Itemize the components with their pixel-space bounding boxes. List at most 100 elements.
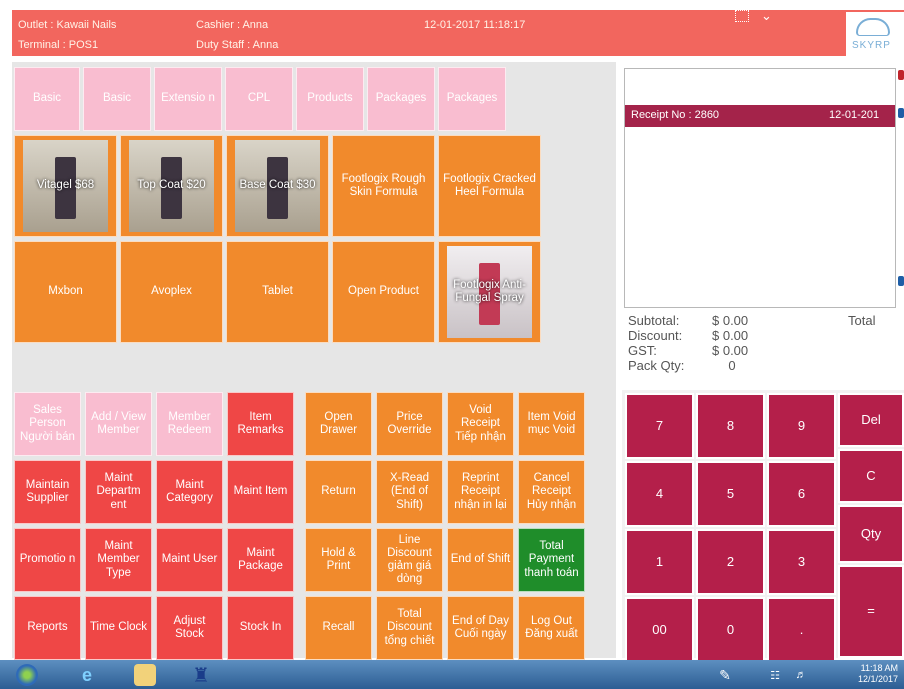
product-vitagel[interactable]: Vitagel $68 (14, 135, 117, 237)
network-icon[interactable]: ☷ (766, 664, 784, 686)
function-button-adjust-stock[interactable]: Adjust Stock (156, 596, 223, 660)
keypad-action-label: Del (861, 411, 881, 427)
keypad-action-label: = (867, 603, 875, 619)
function-button-maint-package[interactable]: Maint Package (227, 528, 294, 592)
folder-icon[interactable] (134, 664, 156, 686)
keypad-key-9[interactable]: 9 (767, 393, 836, 459)
gst-row: GST: $ 0.00 (628, 343, 748, 358)
scroll-nub[interactable] (898, 108, 904, 118)
product-footlogix-rough-skin[interactable]: Footlogix Rough Skin Formula (332, 135, 435, 237)
function-button-maint-departm-ent[interactable]: Maint Departm ent (85, 460, 152, 524)
keypad-key-label: 8 (726, 417, 735, 433)
function-button-maint-item[interactable]: Maint Item (227, 460, 294, 524)
function-button-return[interactable]: Return (305, 460, 372, 524)
function-button-log-out-ng-xu-t[interactable]: Log Out Đăng xuất (518, 596, 585, 660)
function-button-promotio-n[interactable]: Promotio n (14, 528, 81, 592)
product-open-product[interactable]: Open Product (332, 241, 435, 343)
start-icon[interactable] (16, 664, 38, 686)
function-button-maint-user[interactable]: Maint User (156, 528, 223, 592)
receipt-header[interactable]: Receipt No : 2860 12-01-201 (625, 105, 895, 127)
keypad-key-4[interactable]: 4 (625, 461, 694, 527)
keypad-key-label: 2 (726, 553, 735, 569)
tab-extension[interactable]: Extensio n (154, 67, 222, 131)
function-button-time-clock[interactable]: Time Clock (85, 596, 152, 660)
function-button-add-view-member[interactable]: Add / View Member (85, 392, 152, 456)
tab-basic[interactable]: Basic (14, 67, 80, 131)
function-button-item-void-m-c-void[interactable]: Item Void mục Void (518, 392, 585, 456)
keypad-key-0[interactable]: 0 (696, 597, 765, 663)
function-button-recall[interactable]: Recall (305, 596, 372, 660)
logo-text: SKYRP (852, 40, 891, 51)
function-button-stock-in[interactable]: Stock In (227, 596, 294, 660)
tab-label: Basic (102, 92, 132, 105)
system-clock[interactable]: 11:18 AM 12/1/2017 (858, 663, 898, 685)
function-button-price-override[interactable]: Price Override (376, 392, 443, 456)
product-footlogix-anti-fungal[interactable]: Footlogix Anti-Fungal Spray (438, 241, 541, 343)
function-button-label: Item Void mục Void (527, 410, 576, 436)
product-base-coat[interactable]: Base Coat $30 (226, 135, 329, 237)
tab-basic-2[interactable]: Basic (83, 67, 151, 131)
keypad-equals-button[interactable]: = (838, 565, 904, 658)
product-footlogix-cracked-heel[interactable]: Footlogix Cracked Heel Formula (438, 135, 541, 237)
function-button-line-discount-gi-m-gi-d-ng[interactable]: Line Discount giảm giá dòng (376, 528, 443, 592)
function-button-label: Maint Member Type (97, 540, 140, 579)
function-button-maint-category[interactable]: Maint Category (156, 460, 223, 524)
cloud-icon (856, 18, 890, 36)
function-button-end-of-shift[interactable]: End of Shift (447, 528, 514, 592)
function-button-label: Member Redeem (167, 410, 212, 436)
function-button-reports[interactable]: Reports (14, 596, 81, 660)
function-button-label: Maintain Supplier (25, 478, 70, 504)
function-button-item-remarks[interactable]: Item Remarks (227, 392, 294, 456)
keypad-key-6[interactable]: 6 (767, 461, 836, 527)
tab-products[interactable]: Products (296, 67, 364, 131)
browser-icon[interactable]: e (76, 664, 98, 686)
keypad-key-8[interactable]: 8 (696, 393, 765, 459)
terminal-label: Terminal : POS1 (18, 39, 99, 51)
keypad-key-decimal[interactable]: . (767, 597, 836, 663)
keypad-key-label: . (799, 621, 804, 637)
keypad-key-3[interactable]: 3 (767, 529, 836, 595)
scroll-nub[interactable] (898, 276, 904, 286)
tab-packages[interactable]: Packages (367, 67, 435, 131)
keypad-key-1[interactable]: 1 (625, 529, 694, 595)
function-button-end-of-day-cu-i-ng-y[interactable]: End of Day Cuối ngày (447, 596, 514, 660)
function-button-reprint-receipt-nh-n-in-l-i[interactable]: Reprint Receipt nhận in lại (447, 460, 514, 524)
discount-label: Discount: (628, 328, 683, 343)
chevron-down-icon: ⌄ (761, 8, 772, 23)
keypad-c-button[interactable]: C (838, 449, 904, 503)
tab-packages-2[interactable]: Packages (438, 67, 506, 131)
function-button-total-payment-thanh-to-n[interactable]: Total Payment thanh toán (518, 528, 585, 592)
function-button-sales-person-ng-i-b-n[interactable]: Sales Person Người bán (14, 392, 81, 456)
product-tablet[interactable]: Tablet (226, 241, 329, 343)
function-button-hold-print[interactable]: Hold & Print (305, 528, 372, 592)
keypad-key-00[interactable]: 00 (625, 597, 694, 663)
function-button-member-redeem[interactable]: Member Redeem (156, 392, 223, 456)
function-button-void-receipt-ti-p-nh-n[interactable]: Void Receipt Tiếp nhận (447, 392, 514, 456)
keypad-qty-button[interactable]: Qty (838, 505, 904, 563)
product-avoplex[interactable]: Avoplex (120, 241, 223, 343)
keypad-key-7[interactable]: 7 (625, 393, 694, 459)
totals-section: Subtotal: $ 0.00 Discount: $ 0.00 GST: $ 0.… (626, 313, 896, 379)
function-button-total-discount-t-ng-chi-t[interactable]: Total Discount tổng chiết (376, 596, 443, 660)
keypad-key-2[interactable]: 2 (696, 529, 765, 595)
keypad-del-button[interactable]: Del (838, 393, 904, 447)
scroll-nub[interactable] (898, 70, 904, 80)
volume-icon[interactable]: ♬ (792, 664, 810, 686)
keypad-key-5[interactable]: 5 (696, 461, 765, 527)
function-button-cancel-receipt-h-y-nh-n[interactable]: Cancel Receipt Hủy nhận (518, 460, 585, 524)
function-button-x-read-end-of-shift[interactable]: X-Read (End of Shift) (376, 460, 443, 524)
product-label: Avoplex (151, 285, 192, 298)
function-button-open-drawer[interactable]: Open Drawer (305, 392, 372, 456)
function-button-label: Sales Person Người bán (20, 404, 75, 443)
function-button-maintain-supplier[interactable]: Maintain Supplier (14, 460, 81, 524)
function-button-maint-member-type[interactable]: Maint Member Type (85, 528, 152, 592)
function-button-label: Time Clock (89, 621, 148, 634)
product-mxbon[interactable]: Mxbon (14, 241, 117, 343)
gst-value: $ 0.00 (712, 343, 749, 358)
window-control-dropdown[interactable]: ⌄ (735, 8, 783, 26)
pen-icon[interactable]: ✎ (716, 664, 734, 686)
function-button-label: End of Shift (450, 553, 511, 566)
app-icon[interactable]: ♜ (190, 664, 212, 687)
product-top-coat[interactable]: Top Coat $20 (120, 135, 223, 237)
tab-cpl[interactable]: CPL (225, 67, 293, 131)
